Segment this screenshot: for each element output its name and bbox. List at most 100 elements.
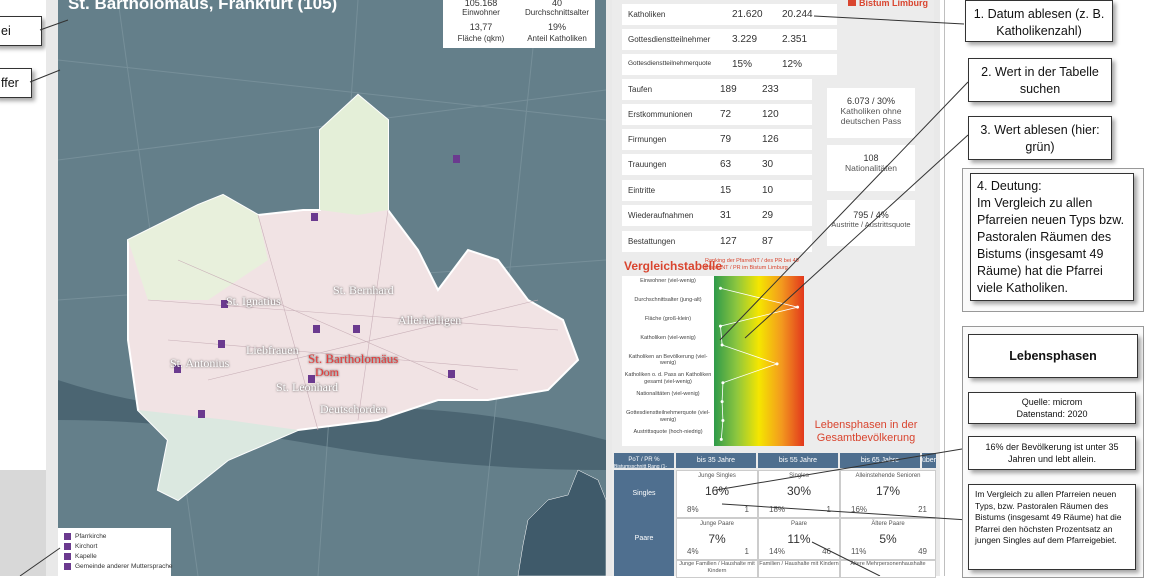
gemeinde-icon <box>64 562 71 570</box>
lp-cell-bottom: Ältere Mehrpersonenhaushalte <box>840 560 936 578</box>
row-label: Erstkommunionen <box>628 110 693 119</box>
vergleich-marker <box>721 419 725 423</box>
vergleich-label: Katholiken an Bevölkerung (viel-wenig) <box>628 353 708 367</box>
lp-cell-paare: Ältere Paare 5% 11% 49 <box>840 518 936 560</box>
table-row: Firmungen 79 126 <box>622 129 812 150</box>
lp-cell-rank: 1 <box>744 505 749 514</box>
legend-gemeinde: Gemeinde anderer Muttersprache <box>64 562 173 572</box>
alter-value: 40 <box>551 0 562 8</box>
info-austritte: 795 / 4% Austritte / Austrittsquote <box>827 200 915 246</box>
callout-fact: 16% der Bevölkerung ist unter 35 Jahren … <box>968 436 1136 470</box>
lp-cell-rank: 21 <box>918 505 927 514</box>
row-label: Firmungen <box>628 135 667 144</box>
vergleich-markers <box>718 286 800 441</box>
row-value-1: 72 <box>720 109 732 120</box>
left-callout-b: ffer <box>0 68 32 98</box>
row-value-1: 31 <box>720 210 732 221</box>
vergleich-marker <box>718 324 722 328</box>
lp-cell-paare: Paare 11% 14% 46 <box>758 518 840 560</box>
row-label: Bestattungen <box>628 237 676 246</box>
lp-cell-percent: 30% <box>786 484 812 498</box>
info-nationalitaeten: 108 Nationalitäten <box>827 145 915 191</box>
vergleich-label: Fläche (groß-klein) <box>644 315 692 322</box>
callout-step3: 3. Wert ablesen (hier: grün) <box>968 116 1112 160</box>
row-value-1: 15 <box>720 185 732 196</box>
left-callout-a: ei <box>0 16 42 46</box>
row-label: Taufen <box>628 85 653 94</box>
lp-col-55: bis 55 Jahre <box>758 453 838 468</box>
lp-cell-avg: 4% <box>687 547 699 556</box>
legend-kirchort: Kirchort <box>64 542 165 552</box>
vergleich-marker <box>721 381 725 385</box>
legend-kapelle: Kapelle <box>64 552 165 562</box>
step4-title: 4. Deutung: <box>977 179 1042 193</box>
table-row: Taufen 189 233 <box>622 79 812 100</box>
lp-cell-percent: 11% <box>787 532 811 546</box>
lp-col-65: bis 65 Jahre <box>840 453 920 468</box>
vergleich-marker <box>775 362 779 366</box>
row-label: Katholiken <box>628 10 666 19</box>
vergleich-subtitle: Ranking der PfarreiNT / des PR bei 49 Pf… <box>705 258 799 271</box>
lp-cell-rank: 1 <box>744 547 749 556</box>
lp-cell-avg: 14% <box>769 547 786 556</box>
vergleich-label: Gottesdienstteilnehmerquote (viel-wenig) <box>626 410 710 423</box>
table-row: Wiederaufnahmen 31 29 <box>622 205 812 226</box>
lp-cell-rank: 46 <box>822 547 831 556</box>
place-dom: Dom <box>315 365 339 379</box>
row-value-2: 30 <box>762 159 774 170</box>
lp-cell-name: Singles <box>789 473 809 479</box>
callout-step4: 4. Deutung: Im Vergleich zu allen Pfarre… <box>970 173 1134 301</box>
callout-lp-title: Lebensphasen <box>968 334 1138 378</box>
callout-step2: 2. Wert in der Tabelle suchen <box>968 58 1112 102</box>
einwohner-label: Einwohner <box>462 8 500 17</box>
brand-icon <box>848 0 856 6</box>
lp-cell-name: Alleinstehende Senioren <box>855 473 921 479</box>
row-value-1: 21.620 <box>732 9 763 20</box>
map-panel: St. Bartholomäus, Frankfurt (105) 105.16… <box>58 0 606 576</box>
kirchort-icon <box>64 542 71 550</box>
map-title: St. Bartholomäus, Frankfurt (105) <box>68 0 338 13</box>
place-ignatius: St. Ignatius <box>226 294 281 308</box>
einwohner-value: 105.168 <box>464 0 498 8</box>
table-row: Erstkommunionen 72 120 <box>622 104 812 125</box>
lp-cell-percent: 5% <box>879 532 897 546</box>
row-value-2: 233 <box>762 84 779 95</box>
lp-cell-name: Junge Paare <box>699 521 735 527</box>
place-deutschorden: Deutschorden <box>320 402 387 416</box>
page-edge <box>944 0 945 576</box>
lp-cell-name: Junge Singles <box>698 473 736 479</box>
row-label: Trauungen <box>628 160 667 169</box>
row-value-2: 120 <box>762 109 779 120</box>
info-pass: 6.073 / 30% Katholiken ohne deutschen Pa… <box>827 88 915 138</box>
table-row: Gottesdienstteilnehmer 3.229 2.351 <box>622 29 837 50</box>
row-value-1: 189 <box>720 84 737 95</box>
lp-cell-avg: 16% <box>851 505 868 514</box>
table-row: Trauungen 63 30 <box>622 154 812 175</box>
row-value-1: 3.229 <box>732 34 758 45</box>
lp-cell-bottom: Junge Familien / Haushalte mit Kindern <box>676 560 758 578</box>
table-row: Eintritte 15 10 <box>622 180 812 201</box>
map-stats: 105.168 Einwohner 40 Durchschnittsalter … <box>443 0 595 48</box>
row-value-2: 2.351 <box>782 34 808 45</box>
lp-col-35: bis 35 Jahre <box>676 453 756 468</box>
row-label: Gottesdienstteilnehmerquote <box>628 60 712 67</box>
lp-row-singles: Singles <box>614 470 674 518</box>
step4-body: Im Vergleich zu allen Pfarreien neuen Ty… <box>977 196 1125 295</box>
row-label: Eintritte <box>628 186 656 195</box>
vergleich-label: Katholiken o. d. Pass an Katholiken gesa… <box>624 372 712 385</box>
lp-col-65plus: über 65 Jahre <box>922 453 936 468</box>
kapelle-icon <box>64 552 71 560</box>
lp-cell-percent: 7% <box>708 532 726 546</box>
callout-step1: 1. Datum ablesen (z. B. Katholikenzahl) <box>965 0 1113 42</box>
anteil-value: 19% <box>547 22 566 32</box>
row-value-2: 10 <box>762 185 774 196</box>
row-value-1: 15% <box>732 59 753 70</box>
flaeche-label: Fläche (qkm) <box>457 34 505 43</box>
table-row: Katholiken 21.620 20.244 <box>622 4 837 25</box>
lp-cell-name: Ältere Paare <box>871 521 905 527</box>
row-label: Gottesdienstteilnehmer <box>628 35 711 44</box>
vergleich-label: Austrittsquote (hoch-niedrig) <box>633 429 703 436</box>
row-value-1: 127 <box>720 236 737 247</box>
lp-cell-name: Paare <box>790 521 807 527</box>
vergleich-marker <box>796 305 800 309</box>
